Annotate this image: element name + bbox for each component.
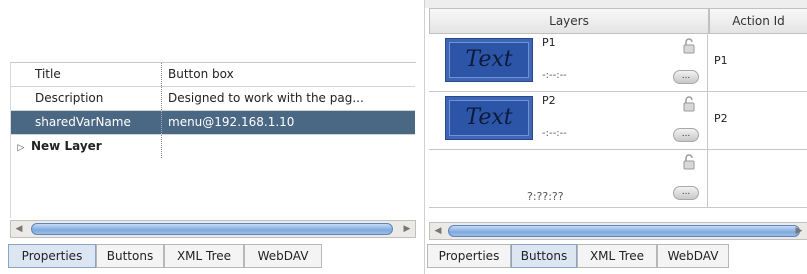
- property-value[interactable]: Button box: [166, 63, 415, 86]
- tab-buttons[interactable]: Buttons: [511, 244, 577, 268]
- column-header-layers[interactable]: Layers: [429, 8, 709, 34]
- layer-row-new[interactable]: ?:??:?? ...: [429, 150, 807, 208]
- right-tab-bar: Properties Buttons XML Tree WebDAV: [427, 244, 807, 270]
- left-tab-bar: Properties Buttons XML Tree WebDAV: [8, 244, 416, 270]
- tab-xml-tree[interactable]: XML Tree: [164, 244, 244, 268]
- tab-webdav[interactable]: WebDAV: [244, 244, 322, 268]
- property-name: Description: [11, 87, 162, 110]
- layer-row[interactable]: Text P1 -:--:-- ... P1: [429, 34, 807, 92]
- buttons-panel: Layers Action Id Text P1 -:--:-- ... P1: [424, 0, 807, 274]
- new-layer-cell: ▷ New Layer: [11, 135, 162, 158]
- action-id-cell[interactable]: P2: [710, 92, 807, 149]
- layers-grid: Text P1 -:--:-- ... P1 Text P2 -:--:-- .…: [429, 34, 807, 222]
- scroll-left-arrow-icon[interactable]: ◀: [430, 223, 446, 239]
- unlocked-padlock-icon[interactable]: [683, 96, 695, 112]
- property-name: sharedVarName: [11, 111, 162, 134]
- layer-cell: Text P2 -:--:-- ...: [429, 92, 708, 149]
- property-row-sharedvarname[interactable]: sharedVarName menu@192.168.1.10: [11, 111, 415, 135]
- more-options-button[interactable]: ...: [673, 128, 699, 142]
- action-id-cell[interactable]: [710, 150, 807, 207]
- more-options-button[interactable]: ...: [673, 186, 699, 200]
- property-value[interactable]: Designed to work with the pag...: [166, 87, 415, 110]
- layer-row[interactable]: Text P2 -:--:-- ... P2: [429, 92, 807, 150]
- tab-properties[interactable]: Properties: [8, 244, 96, 268]
- action-id-cell[interactable]: P1: [710, 34, 807, 91]
- tab-xml-tree[interactable]: XML Tree: [577, 244, 657, 268]
- action-id-value: P1: [714, 54, 728, 67]
- new-layer-row[interactable]: ▷ New Layer: [11, 135, 415, 159]
- property-name: Title: [11, 63, 162, 86]
- horizontal-scrollbar[interactable]: ◀ ▶: [10, 220, 416, 238]
- scroll-left-arrow-icon[interactable]: ◀: [11, 221, 27, 237]
- thumbnail-text: Text: [449, 100, 529, 136]
- scroll-right-arrow-icon[interactable]: ▶: [791, 223, 807, 239]
- tab-webdav[interactable]: WebDAV: [657, 244, 729, 268]
- more-options-button[interactable]: ...: [673, 70, 699, 84]
- layer-time: ?:??:??: [527, 190, 564, 203]
- column-header-action-id[interactable]: Action Id: [709, 8, 807, 34]
- properties-table: Title Button box Description Designed to…: [10, 62, 416, 218]
- layer-cell: ?:??:?? ...: [429, 150, 708, 207]
- scroll-right-arrow-icon[interactable]: ▶: [399, 221, 415, 237]
- tab-buttons[interactable]: Buttons: [96, 244, 164, 268]
- new-layer-label: New Layer: [31, 139, 102, 153]
- properties-panel: Title Button box Description Designed to…: [8, 58, 416, 272]
- action-id-value: P2: [714, 112, 728, 125]
- property-row-title[interactable]: Title Button box: [11, 63, 415, 87]
- layer-thumbnail[interactable]: Text: [445, 38, 533, 82]
- unlocked-padlock-icon[interactable]: [683, 38, 695, 54]
- thumbnail-text: Text: [449, 42, 529, 78]
- expand-arrow-icon[interactable]: ▷: [11, 137, 31, 158]
- scrollbar-thumb[interactable]: [31, 223, 393, 235]
- layer-thumbnail[interactable]: Text: [445, 96, 533, 140]
- layer-time: -:--:--: [542, 70, 567, 81]
- scrollbar-thumb[interactable]: [448, 225, 800, 237]
- horizontal-scrollbar[interactable]: ◀ ▶: [429, 222, 807, 240]
- unlocked-padlock-icon[interactable]: [683, 154, 695, 170]
- property-row-description[interactable]: Description Designed to work with the pa…: [11, 87, 415, 111]
- tab-properties[interactable]: Properties: [427, 244, 511, 268]
- layer-time: -:--:--: [542, 128, 567, 139]
- panel-top-strip: [425, 0, 807, 8]
- layer-name: P1: [542, 36, 556, 49]
- layer-name: P2: [542, 94, 556, 107]
- property-value[interactable]: menu@192.168.1.10: [166, 111, 415, 134]
- layer-cell: Text P1 -:--:-- ...: [429, 34, 708, 91]
